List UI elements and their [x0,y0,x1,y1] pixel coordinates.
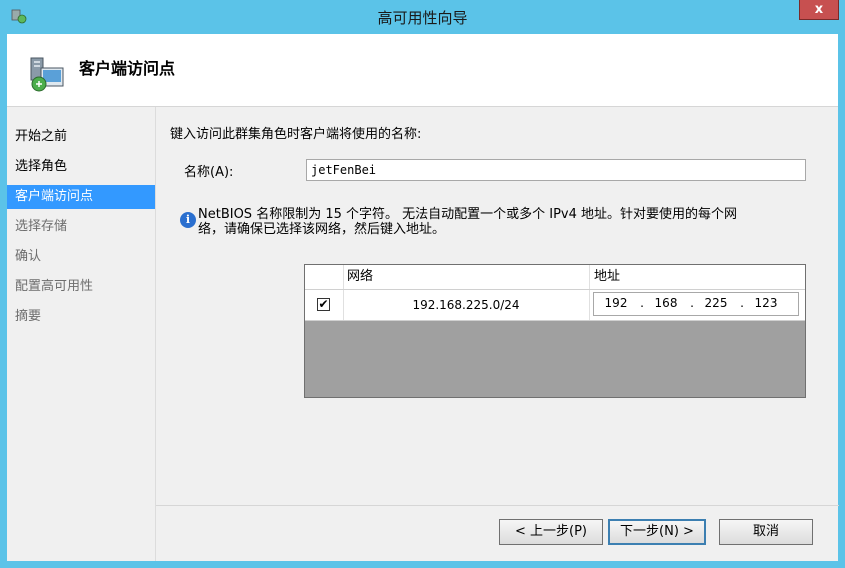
step-client-access-point[interactable]: 客户端访问点 [7,185,155,209]
step-summary: 摘要 [15,309,42,324]
title-bar[interactable]: 高可用性向导 x [0,0,845,34]
wizard-window: 高可用性向导 x 客户端访问点 开始之前 选择角色 客户端访问点 选择存储 确认… [0,0,845,568]
ip-octet-1[interactable]: 192 [598,296,634,310]
name-input[interactable]: jetFenBei [306,159,806,181]
row-check-cell: ✔ [305,290,344,320]
ip-dot: . [740,296,744,310]
wizard-steps-sidebar: 开始之前 选择角色 客户端访问点 选择存储 确认 配置高可用性 摘要 [7,107,155,561]
cancel-button[interactable]: 取消 [719,519,813,545]
close-button[interactable]: x [799,0,839,20]
header-check-column [305,265,344,289]
info-message: NetBIOS 名称限制为 15 个字符。 无法自动配置一个或多个 IPv4 地… [198,207,798,237]
network-grid: 网络 地址 ✔ 192.168.225.0/24 192 . 168 . 225… [304,264,806,398]
footer-divider [156,505,839,506]
step-before-you-begin[interactable]: 开始之前 [7,125,155,149]
name-label: 名称(A): [184,165,234,180]
ip-octet-3[interactable]: 225 [698,296,734,310]
window-title: 高可用性向导 [377,9,468,27]
main-content: 键入访问此群集角色时客户端将使用的名称: 名称(A): jetFenBei i … [155,107,839,561]
ip-octet-2[interactable]: 168 [648,296,684,310]
step-select-storage: 选择存储 [15,219,68,234]
step-select-role[interactable]: 选择角色 [7,155,155,179]
ip-dot: . [640,296,644,310]
network-checkbox[interactable]: ✔ [317,298,330,311]
page-title: 客户端访问点 [79,59,176,78]
info-line-1: NetBIOS 名称限制为 15 个字符。 无法自动配置一个或多个 IPv4 地… [198,207,738,222]
client-access-point-icon [30,57,64,92]
back-button[interactable]: < 上一步(P) [499,519,603,545]
info-icon: i [180,212,196,228]
network-row: ✔ 192.168.225.0/24 192 . 168 . 225 . 123 [305,290,805,321]
step-confirmation: 确认 [15,249,42,264]
next-button[interactable]: 下一步(N) > [608,519,706,545]
wizard-frame: 客户端访问点 开始之前 选择角色 客户端访问点 选择存储 确认 配置高可用性 摘… [7,34,839,561]
grid-header: 网络 地址 [305,265,805,290]
column-header-address[interactable]: 地址 [590,265,805,289]
step-configure-ha: 配置高可用性 [15,279,94,294]
info-line-2: 络，请确保已选择该网络，然后键入地址。 [198,222,446,237]
column-header-network[interactable]: 网络 [343,265,590,289]
network-cell: 192.168.225.0/24 [343,290,590,320]
ip-dot: . [690,296,694,310]
ip-address-input[interactable]: 192 . 168 . 225 . 123 [593,292,799,316]
page-header: 客户端访问点 [7,34,838,107]
ip-octet-4[interactable]: 123 [748,296,784,310]
instruction-text: 键入访问此群集角色时客户端将使用的名称: [170,127,422,142]
